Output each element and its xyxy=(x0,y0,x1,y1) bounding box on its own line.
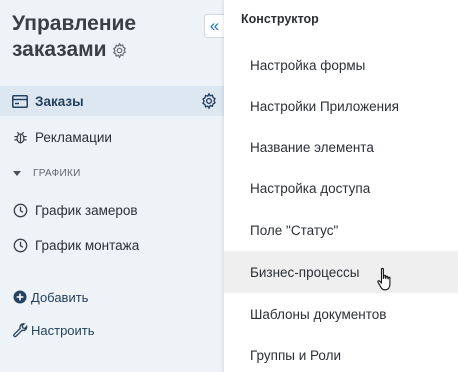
sidebar-item-label: Рекламации xyxy=(35,129,112,145)
bug-icon xyxy=(11,128,29,146)
hand-cursor-icon xyxy=(377,267,391,291)
menu-header: Конструктор xyxy=(241,12,319,26)
caret-down-icon xyxy=(13,171,21,176)
app-title: Управление заказами xyxy=(12,11,212,63)
add-button[interactable]: Добавить xyxy=(12,289,88,305)
sidebar-item-orders[interactable]: Заказы xyxy=(0,86,224,116)
menu-item-app-settings[interactable]: Настройки Приложения xyxy=(224,89,458,123)
menu-item-element-name[interactable]: Название элемента xyxy=(224,130,458,164)
section-label: ГРАФИКИ xyxy=(33,168,81,179)
app-title-line1: Управление xyxy=(12,12,137,35)
collapse-sidebar-button[interactable]: « xyxy=(204,14,224,38)
menu-item-business-processes[interactable]: Бизнес-процессы xyxy=(224,251,458,293)
sidebar-item-complaints[interactable]: Рекламации xyxy=(0,122,224,152)
sidebar-item-label: График монтажа xyxy=(35,237,140,253)
sidebar-item-label: График замеров xyxy=(35,202,138,218)
clock-icon xyxy=(11,236,29,254)
sidebar-item-measurement-schedule[interactable]: График замеров xyxy=(0,195,224,225)
sidebar: Управление заказами « Заказы Рекламации … xyxy=(0,0,224,372)
menu-item-groups-roles[interactable]: Группы и Роли xyxy=(224,338,458,372)
configure-button[interactable]: Настроить xyxy=(12,322,95,338)
menu-item-status-field[interactable]: Поле "Статус" xyxy=(224,213,458,247)
constructor-menu: Конструктор Настройка формы Настройки Пр… xyxy=(224,0,458,372)
section-charts[interactable]: ГРАФИКИ xyxy=(13,168,81,179)
gear-icon[interactable] xyxy=(111,41,128,59)
sidebar-item-installation-schedule[interactable]: График монтажа xyxy=(0,230,224,260)
clock-icon xyxy=(11,201,29,219)
menu-item-access-settings[interactable]: Настройка доступа xyxy=(224,171,458,205)
double-chevron-left-icon: « xyxy=(209,16,220,35)
gear-icon[interactable] xyxy=(200,92,218,110)
menu-item-form-settings[interactable]: Настройка формы xyxy=(224,48,458,82)
add-button-label: Добавить xyxy=(31,289,89,305)
app-title-line2: заказами xyxy=(12,38,107,61)
configure-button-label: Настроить xyxy=(31,322,95,338)
menu-item-document-templates[interactable]: Шаблоны документов xyxy=(224,297,458,331)
plus-circle-icon xyxy=(12,289,28,305)
wrench-icon xyxy=(12,322,28,338)
card-icon xyxy=(11,92,29,110)
sidebar-item-label: Заказы xyxy=(35,93,84,109)
